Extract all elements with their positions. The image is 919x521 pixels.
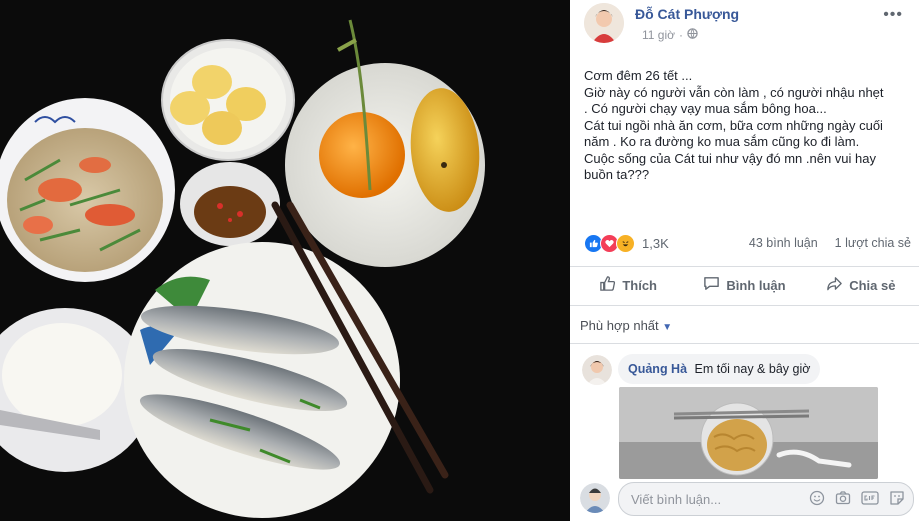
fish-plate — [124, 242, 400, 518]
soup-bowl — [0, 98, 175, 282]
divider — [570, 343, 919, 344]
like-button[interactable]: Thích — [570, 268, 686, 302]
caret-down-icon: ▼ — [662, 322, 673, 333]
post-text-line: Cơm đêm 26 tết ... — [584, 68, 693, 83]
comment-composer[interactable] — [618, 482, 914, 516]
share-label: Chia sẻ — [849, 277, 896, 293]
share-button[interactable]: Chia sẻ — [803, 268, 919, 302]
post-text-line: năm . Ko ra đường ko mua sắm cũng ko đi … — [584, 134, 860, 149]
post-text-line: Giờ này có người vẫn còn làm , có người … — [584, 84, 884, 100]
composer-icons — [809, 490, 905, 511]
post-photo[interactable] — [0, 0, 570, 521]
comment-photo[interactable] — [619, 387, 878, 479]
haha-icon — [616, 234, 635, 253]
gif-icon[interactable] — [861, 491, 879, 510]
post-text: Cơm đêm 26 tết ... Giờ này có người vẫn … — [584, 68, 909, 184]
comment-count[interactable]: 43 bình luận — [749, 236, 818, 250]
reactions-summary[interactable]: 1,3K — [584, 234, 669, 253]
comment-bubble: Quảng Hà Em tối nay & bây giờ — [618, 354, 821, 384]
sticker-icon[interactable] — [889, 490, 905, 511]
globe-icon — [687, 28, 698, 42]
sauce-dish — [180, 162, 280, 246]
post-time[interactable]: 11 giờ — [642, 28, 675, 42]
share-count[interactable]: 1 lượt chia sẻ — [835, 236, 911, 250]
commenter-avatar[interactable] — [582, 355, 612, 385]
like-label: Thích — [622, 277, 657, 293]
commenter-name[interactable]: Quảng Hà — [628, 362, 687, 376]
share-icon — [826, 275, 843, 295]
author-avatar[interactable] — [584, 3, 624, 43]
comment-text: Em tối nay & bây giờ — [694, 362, 811, 376]
post-meta: 11 giờ · — [642, 28, 698, 42]
comment-button[interactable]: Bình luận — [686, 268, 802, 302]
author-name[interactable]: Đỗ Cát Phượng — [635, 6, 739, 22]
viewer-avatar[interactable] — [580, 483, 610, 513]
camera-icon[interactable] — [835, 490, 851, 511]
comment-label: Bình luận — [726, 277, 786, 293]
divider — [570, 305, 919, 306]
thumbs-up-icon — [599, 275, 616, 295]
divider — [570, 266, 919, 267]
reaction-count[interactable]: 1,3K — [642, 236, 669, 251]
post-actions: Thích Bình luận Chia sẻ — [570, 268, 919, 302]
comment-input[interactable] — [629, 483, 803, 515]
comment-sort-dropdown[interactable]: Phù hợp nhất ▼ — [580, 318, 672, 333]
more-options-icon[interactable]: ••• — [883, 6, 903, 24]
engagement-counts: 43 bình luận 1 lượt chia sẻ — [749, 236, 911, 250]
meta-separator: · — [679, 28, 683, 42]
sort-label: Phù hợp nhất — [580, 318, 659, 333]
post-text-line: . Có người chạy vạy mua sắm bông hoa... — [584, 101, 827, 116]
egg-cakes — [161, 39, 295, 161]
post-text-line: Cuộc sống của Cát tui như vậy đó mn .nên… — [584, 150, 876, 166]
comment-icon — [703, 275, 720, 295]
post-text-line: Cát tui ngồi nhà ăn cơm, bữa cơm những n… — [584, 117, 883, 133]
post-panel: Đỗ Cát Phượng 11 giờ · ••• Cơm đêm 26 tế… — [570, 0, 919, 521]
post-text-line: buồn ta??? — [584, 167, 650, 182]
emoji-icon[interactable] — [809, 490, 825, 511]
